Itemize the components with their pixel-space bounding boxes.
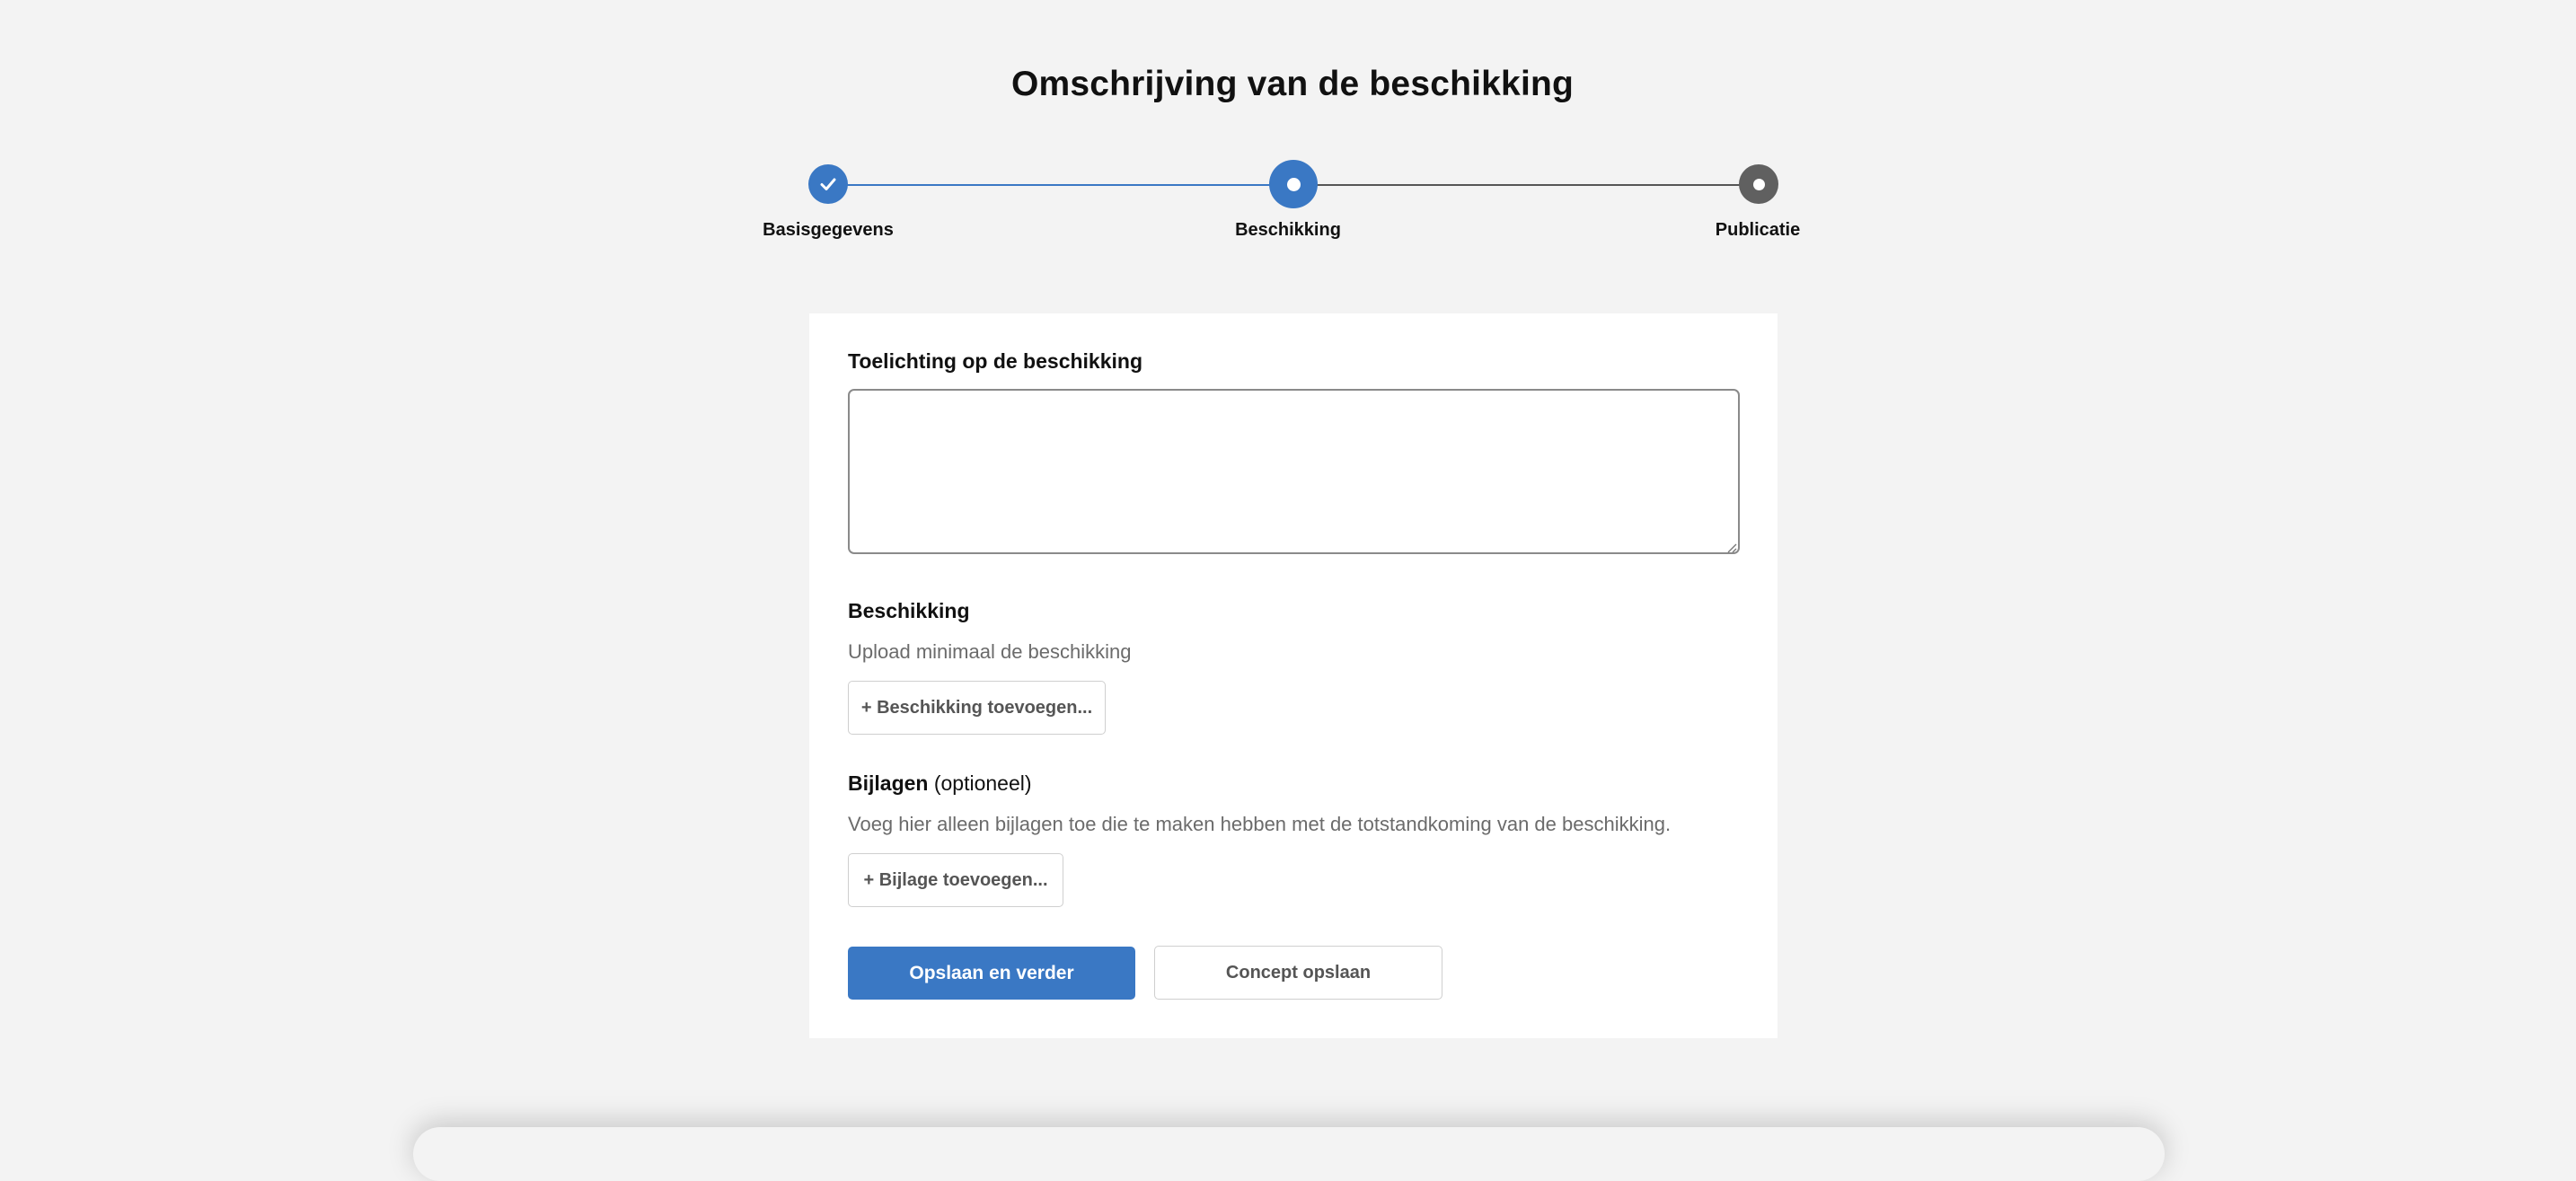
bijlagen-optional-text: (optioneel): [933, 771, 1032, 795]
form-card: Toelichting op de beschikking Beschikkin…: [809, 313, 1778, 1038]
step-beschikking-indicator: [1269, 160, 1318, 208]
step-basisgegevens-indicator[interactable]: [808, 164, 848, 204]
bijlagen-label-text: Bijlagen: [848, 771, 929, 795]
bijlagen-label: Bijlagen (optioneel): [848, 771, 1032, 796]
step-label-basisgegevens[interactable]: Basisgegevens: [763, 220, 894, 241]
checkmark-icon: [818, 174, 838, 194]
progress-stepper: Basisgegevens Beschikking Publicatie: [0, 0, 2576, 269]
stepper-line-completed: [828, 184, 1293, 186]
add-beschikking-button[interactable]: + Beschikking toevoegen...: [848, 681, 1106, 735]
step-publicatie-indicator: [1739, 164, 1778, 204]
toelichting-label: Toelichting op de beschikking: [848, 349, 1142, 373]
upcoming-step-dot-icon: [1752, 178, 1765, 190]
add-bijlage-button[interactable]: + Bijlage toevoegen...: [848, 853, 1063, 907]
save-draft-button[interactable]: Concept opslaan: [1154, 946, 1442, 1000]
step-label-beschikking: Beschikking: [1235, 220, 1341, 240]
stepper-line-remaining: [1293, 184, 1757, 186]
resize-handle-icon[interactable]: [1727, 542, 1737, 553]
beschikking-label: Beschikking: [848, 599, 970, 622]
step-label-publicatie: Publicatie: [1715, 220, 1801, 240]
current-step-dot-icon: [1286, 177, 1301, 191]
bijlagen-hint: Voeg hier alleen bijlagen toe die te mak…: [848, 813, 1672, 835]
toelichting-textarea[interactable]: [848, 389, 1740, 554]
beschikking-hint: Upload minimaal de beschikking: [848, 640, 1132, 663]
footer-panel-edge: [413, 1127, 2165, 1181]
save-and-continue-button[interactable]: Opslaan en verder: [848, 947, 1135, 1000]
